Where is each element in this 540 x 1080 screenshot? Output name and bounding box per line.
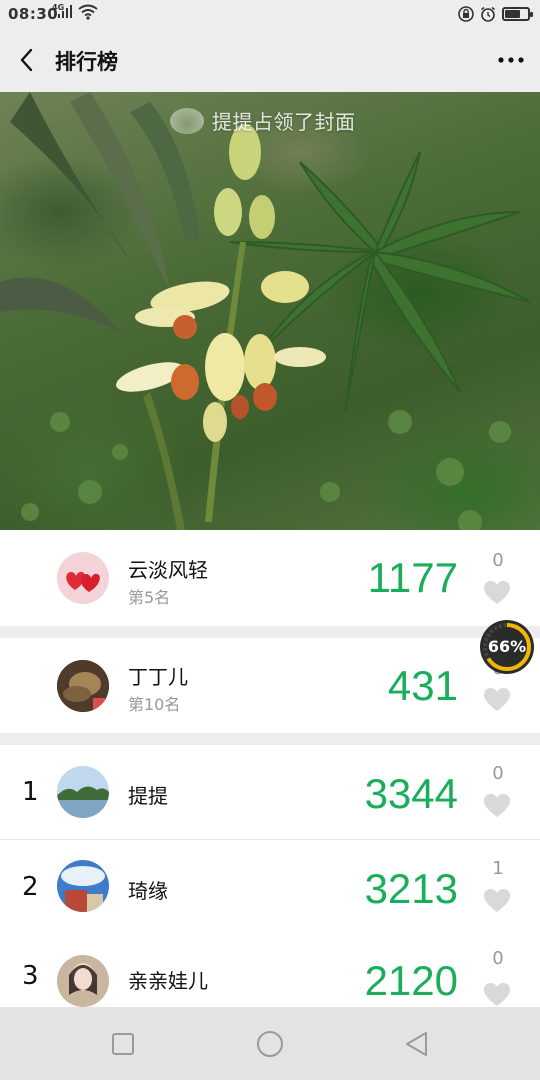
status-time: 08:30	[8, 5, 59, 23]
back-arrow-icon[interactable]	[14, 46, 42, 74]
like-heart-icon[interactable]	[484, 889, 510, 913]
ranking-list: 1 提提 3344 0 2 琦缘 3213 1 3 亲亲娃儿 2120 0	[0, 745, 540, 1007]
my-likes-count: 0	[492, 550, 504, 571]
friend-rank-card[interactable]: 丁丁儿 第10名 431 0	[0, 638, 540, 733]
user-likes-count: 0	[492, 763, 504, 784]
rank-number: 1	[22, 777, 39, 807]
my-name: 云淡风轻	[128, 558, 208, 582]
battery-icon	[502, 7, 533, 21]
cover-image[interactable]: 提提占领了封面	[0, 92, 540, 530]
ranking-row[interactable]: 2 琦缘 3213 1	[0, 840, 540, 936]
my-rank-label: 第5名	[128, 588, 171, 607]
like-heart-icon[interactable]	[484, 794, 510, 818]
ranking-row[interactable]: 3 亲亲娃儿 2120 0	[0, 935, 540, 1007]
user-steps: 3213	[364, 865, 458, 912]
user-avatar	[57, 860, 109, 912]
user-name: 亲亲娃儿	[128, 969, 208, 993]
title-bar: 排行榜	[0, 28, 540, 92]
system-nav-bar	[0, 1007, 540, 1080]
more-options-icon[interactable]	[496, 48, 526, 72]
cover-owner-avatar	[170, 107, 204, 134]
my-steps: 1177	[367, 554, 458, 601]
cover-caption: 提提占领了封面	[170, 106, 356, 135]
user-steps: 2120	[364, 957, 458, 1004]
like-heart-icon[interactable]	[484, 983, 510, 1007]
orchid-photo	[0, 92, 531, 530]
friend-rank-label: 第10名	[128, 695, 181, 714]
alarm-icon	[481, 6, 495, 22]
user-likes-count: 1	[492, 858, 504, 879]
friend-steps: 431	[387, 662, 458, 709]
progress-label: 66%	[487, 637, 527, 656]
friend-avatar	[57, 660, 109, 712]
rank-number: 3	[22, 961, 39, 991]
recent-apps-icon[interactable]	[108, 1029, 138, 1059]
friend-name: 丁丁儿	[128, 665, 188, 689]
my-rank-card[interactable]: 云淡风轻 第5名 1177 0	[0, 530, 540, 626]
progress-badge[interactable]: 66%	[480, 620, 534, 674]
user-likes-count: 0	[492, 948, 504, 969]
my-avatar	[57, 552, 109, 604]
home-icon[interactable]	[255, 1029, 285, 1059]
cover-caption-text: 提提占领了封面	[212, 110, 356, 134]
user-name: 提提	[128, 784, 168, 808]
user-avatar	[57, 766, 109, 818]
page-title: 排行榜	[55, 50, 118, 74]
like-heart-icon[interactable]	[484, 688, 510, 712]
user-steps: 3344	[364, 770, 458, 817]
ranking-row[interactable]: 1 提提 3344 0	[0, 745, 540, 841]
like-heart-icon[interactable]	[484, 581, 510, 605]
user-avatar	[57, 955, 109, 1007]
status-bar: 08:30 4G	[0, 0, 540, 28]
user-name: 琦缘	[128, 879, 168, 903]
rank-number: 2	[22, 872, 39, 902]
back-icon[interactable]	[402, 1029, 432, 1059]
signal-icon	[58, 5, 72, 18]
wifi-icon	[78, 4, 98, 20]
lock-rotation-icon	[458, 6, 474, 22]
